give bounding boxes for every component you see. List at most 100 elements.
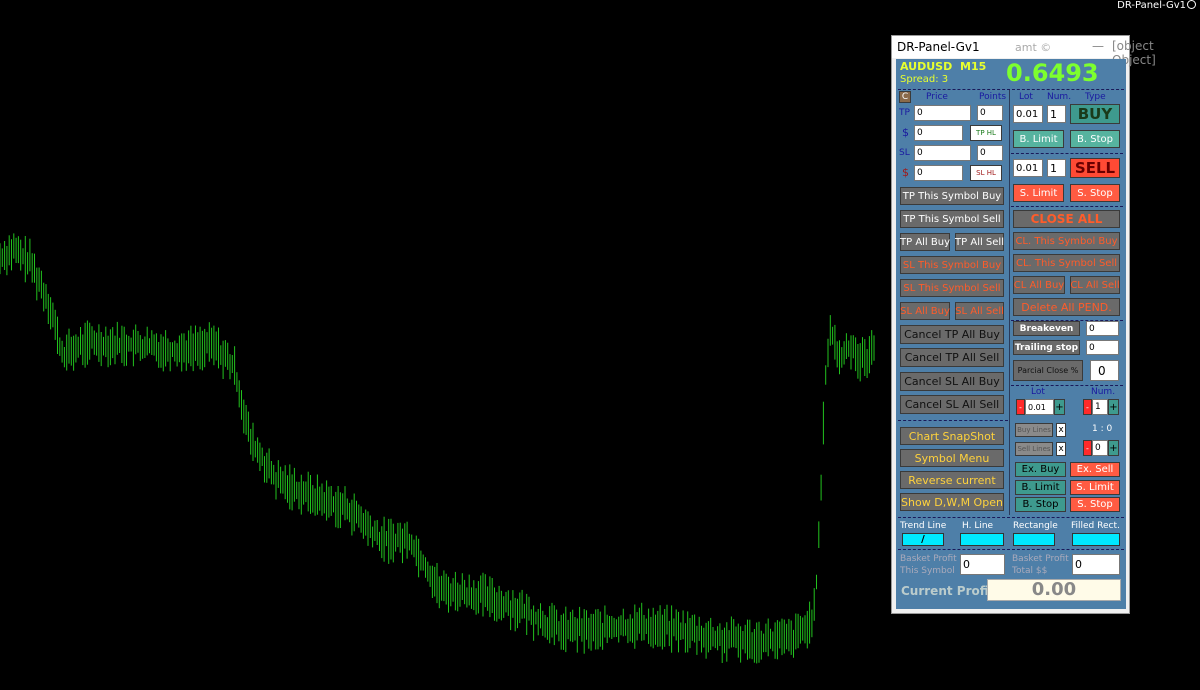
num-increase-button[interactable]: + <box>1108 399 1119 415</box>
rectangle-button[interactable] <box>1013 533 1055 546</box>
reverse-current-button[interactable]: Reverse current <box>900 471 1004 489</box>
partial-close-input[interactable]: 0 <box>1090 360 1119 381</box>
buy-button[interactable]: BUY <box>1070 104 1120 124</box>
lot-header: Lot <box>1019 92 1033 102</box>
close-all-buy-button[interactable]: CL All Buy <box>1013 276 1065 294</box>
sl-this-symbol-sell-button[interactable]: SL This Symbol Sell <box>900 279 1004 297</box>
ratio-decrease-button[interactable]: - <box>1083 440 1092 456</box>
grid-sell-limit-button[interactable]: S. Limit <box>1070 480 1120 495</box>
chart-snapshot-button[interactable]: Chart SnapShot <box>900 427 1004 445</box>
trailing-stop-button[interactable]: Trailing stop <box>1013 340 1080 355</box>
tp-this-symbol-sell-button[interactable]: TP This Symbol Sell <box>900 210 1004 228</box>
tp-money-input[interactable]: 0 <box>914 125 963 141</box>
sell-stop-button[interactable]: S. Stop <box>1070 184 1120 202</box>
ratio-input[interactable]: 0 <box>1092 440 1108 456</box>
sl-hl-button[interactable]: SL HL <box>970 165 1002 181</box>
close-all-sell-button[interactable]: CL All Sell <box>1070 276 1120 294</box>
price-header: Price <box>926 92 948 102</box>
grid-lot-input[interactable]: 0.01 <box>1025 399 1054 415</box>
points-header: Points <box>979 92 1007 102</box>
sell-num-input[interactable]: 1 <box>1047 159 1066 177</box>
grid-num-input[interactable]: 1 <box>1092 399 1108 415</box>
close-this-symbol-buy-button[interactable]: CL. This Symbol Buy <box>1013 232 1120 250</box>
sell-button[interactable]: SELL <box>1070 158 1120 178</box>
sl-this-symbol-buy-button[interactable]: SL This Symbol Buy <box>900 256 1004 274</box>
sell-lines-remove-button[interactable]: x <box>1056 442 1066 456</box>
ex-sell-button[interactable]: Ex. Sell <box>1070 462 1120 477</box>
buy-limit-button[interactable]: B. Limit <box>1013 130 1064 148</box>
sl-points-input[interactable]: 0 <box>977 145 1003 161</box>
lot-decrease-button[interactable]: - <box>1016 399 1025 415</box>
num-decrease-button[interactable]: - <box>1083 399 1092 415</box>
basket-this-label-1: Basket Profit <box>900 554 957 564</box>
cancel-tp-all-sell-button[interactable]: Cancel TP All Sell <box>900 348 1004 367</box>
current-profit-value: 0.00 <box>987 579 1121 601</box>
tp-hl-button[interactable]: TP HL <box>970 125 1002 141</box>
grid-buy-limit-button[interactable]: B. Limit <box>1015 480 1066 495</box>
buy-lot-input[interactable]: 0.01 <box>1013 105 1043 123</box>
tp-money-label: $ <box>902 126 909 139</box>
basket-total-label-1: Basket Profit <box>1012 554 1069 564</box>
lot-increase-button[interactable]: + <box>1054 399 1065 415</box>
sell-limit-button[interactable]: S. Limit <box>1013 184 1064 202</box>
ratio-increase-button[interactable]: + <box>1108 440 1119 456</box>
cancel-tp-all-buy-button[interactable]: Cancel TP All Buy <box>900 325 1004 344</box>
divider <box>898 517 1124 518</box>
tp-label: TP <box>899 108 910 118</box>
divider <box>1011 153 1123 154</box>
sl-money-input[interactable]: 0 <box>914 165 963 181</box>
sell-lot-input[interactable]: 0.01 <box>1013 159 1043 177</box>
ex-buy-button[interactable]: Ex. Buy <box>1015 462 1066 477</box>
breakeven-button[interactable]: Breakeven <box>1013 321 1080 336</box>
basket-total-label-2: Total $$ <box>1012 566 1048 576</box>
panel-titlebar[interactable]: DR-Panel-Gv1 amt © — [object Object] <box>892 36 1156 67</box>
panel-body: AUDUSD M15 Spread: 3 0.6493 C Price Poin… <box>896 59 1126 609</box>
sell-lines-button[interactable]: Sell Lines <box>1015 442 1053 456</box>
trend-line-label: Trend Line <box>900 521 947 531</box>
minimize-icon[interactable]: — <box>1092 39 1104 53</box>
sl-all-sell-button[interactable]: SL All Sell <box>955 302 1004 320</box>
trend-line-button[interactable]: / <box>902 533 944 546</box>
tp-price-input[interactable]: 0 <box>914 105 971 121</box>
buy-stop-button[interactable]: B. Stop <box>1070 130 1120 148</box>
filled-rect-button[interactable] <box>1072 533 1120 546</box>
trailing-stop-input[interactable]: 0 <box>1086 340 1119 355</box>
sl-all-buy-button[interactable]: SL All Buy <box>900 302 950 320</box>
ratio-label: 1 : 0 <box>1092 424 1113 434</box>
panel-title: DR-Panel-Gv1 <box>897 40 980 54</box>
partial-close-button[interactable]: Parcial Close % <box>1013 360 1083 381</box>
tp-all-sell-button[interactable]: TP All Sell <box>955 233 1004 251</box>
buy-lines-button[interactable]: Buy Lines <box>1015 423 1053 437</box>
buy-num-input[interactable]: 1 <box>1047 105 1066 123</box>
delete-all-pending-button[interactable]: Delete All PEND. <box>1013 298 1120 316</box>
close-this-symbol-sell-button[interactable]: CL. This Symbol Sell <box>1013 254 1120 272</box>
filled-rect-label: Filled Rect. <box>1071 521 1120 531</box>
grid-num-header: Num. <box>1091 387 1116 397</box>
tp-all-buy-button[interactable]: TP All Buy <box>900 233 950 251</box>
basket-total-value: 0 <box>1072 554 1120 575</box>
spread-label: Spread: 3 <box>900 74 949 85</box>
cancel-sl-all-sell-button[interactable]: Cancel SL All Sell <box>900 395 1004 414</box>
sl-price-input[interactable]: 0 <box>914 145 971 161</box>
h-line-button[interactable] <box>960 533 1004 546</box>
tp-points-input[interactable]: 0 <box>977 105 1003 121</box>
grid-sell-stop-button[interactable]: S. Stop <box>1070 497 1120 512</box>
symbol-menu-button[interactable]: Symbol Menu <box>900 449 1004 467</box>
breakeven-input[interactable]: 0 <box>1086 321 1119 336</box>
price-chart[interactable] <box>0 0 890 690</box>
current-profit-label: Current Profit <box>901 584 995 598</box>
timeframe-label: M15 <box>960 60 987 73</box>
divider <box>898 89 1124 90</box>
tp-this-symbol-buy-button[interactable]: TP This Symbol Buy <box>900 187 1004 205</box>
divider <box>1011 385 1123 386</box>
symbol-label: AUDUSD <box>900 60 953 73</box>
c-button[interactable]: C <box>899 91 911 103</box>
close-all-button[interactable]: CLOSE ALL <box>1013 210 1120 228</box>
cancel-sl-all-buy-button[interactable]: Cancel SL All Buy <box>900 372 1004 391</box>
current-price: 0.6493 <box>1006 59 1099 87</box>
column-divider <box>1009 90 1010 515</box>
grid-buy-stop-button[interactable]: B. Stop <box>1015 497 1066 512</box>
buy-lines-remove-button[interactable]: x <box>1056 423 1066 437</box>
trade-panel-window[interactable]: DR-Panel-Gv1 amt © — [object Object] AUD… <box>891 35 1156 614</box>
show-dwm-open-button[interactable]: Show D,W,M Open <box>900 493 1004 511</box>
